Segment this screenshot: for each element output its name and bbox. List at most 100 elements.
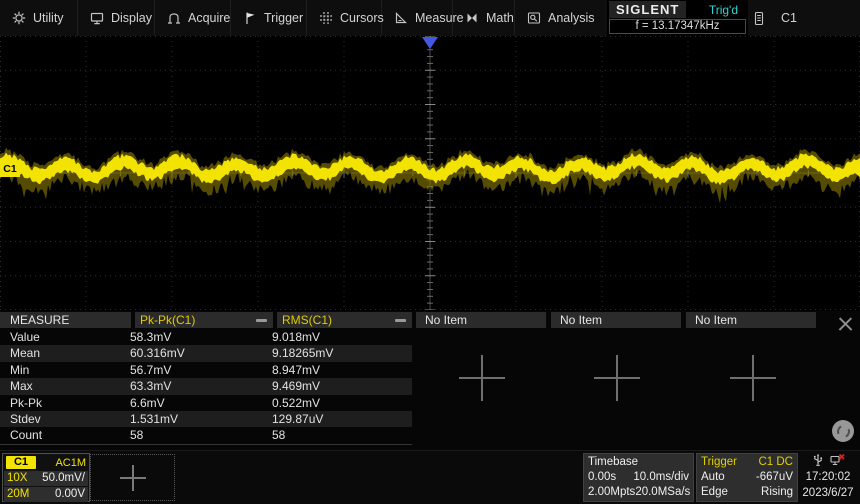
measure-panel: MEASURE Pk-Pk(C1) RMS(C1) No Item No Ite…: [0, 311, 860, 450]
channel-coupling: AC1M: [55, 457, 86, 469]
channel-position-marker[interactable]: C1: [0, 161, 20, 177]
menu-label: Acquire: [188, 11, 230, 25]
add-measure-icon[interactable]: [730, 355, 776, 401]
trigger-level: -667uV: [756, 470, 793, 485]
gear-icon: [11, 11, 26, 26]
row-label: Max: [0, 378, 130, 394]
menu-label: Trigger: [264, 11, 303, 25]
row-label: Pk-Pk: [0, 395, 130, 411]
remove-measure-icon[interactable]: [395, 319, 406, 322]
channel-marker-arrow-icon: [20, 163, 26, 175]
trigger-slope: Rising: [761, 485, 793, 500]
usb-icon: [812, 453, 824, 470]
measure-title: MEASURE: [10, 313, 69, 327]
pkpk-value: 6.6mV: [130, 395, 272, 411]
close-icon[interactable]: [835, 314, 856, 335]
menu-label: Utility: [33, 11, 64, 25]
siglent-logo: SIGLENT: [609, 1, 686, 18]
timebase-samplerate: 20.0MSa/s: [635, 485, 690, 500]
table-row: Min 56.7mV 8.947mV: [0, 362, 412, 378]
trigger-type: Edge: [701, 485, 728, 500]
clock-date: 2023/6/27: [798, 485, 858, 501]
add-channel-icon: [120, 465, 146, 491]
menu-trigger[interactable]: Trigger: [231, 0, 307, 36]
pkpk-value: 63.3mV: [130, 378, 272, 394]
active-channel-indicator[interactable]: C1: [781, 11, 797, 25]
measure-col-label: No Item: [425, 313, 467, 327]
menu-label: Analysis: [548, 11, 595, 25]
oscilloscope-screen: Utility Display Acquire: [0, 0, 860, 504]
rms-value: 58: [272, 427, 412, 443]
trigger-position-marker[interactable]: [422, 37, 438, 49]
measure-col-noitem-1[interactable]: No Item: [416, 312, 546, 328]
monitor-icon: [89, 11, 104, 26]
pkpk-value: 1.531mV: [130, 411, 272, 427]
timebase-points: 2.00Mpts: [588, 485, 635, 500]
trigger-status-badge: Trig'd: [709, 3, 746, 17]
measure-col-label: No Item: [695, 313, 737, 327]
menu-cursors[interactable]: Cursors: [307, 0, 382, 36]
top-menu-bar: Utility Display Acquire: [0, 0, 860, 36]
menu-analysis[interactable]: Analysis: [515, 0, 607, 36]
table-row: Count 58 58: [0, 427, 412, 443]
remove-measure-icon[interactable]: [256, 319, 267, 322]
menu-label: Display: [111, 11, 152, 25]
row-label: Stdev: [0, 411, 130, 427]
trigger-box[interactable]: Trigger C1 DC Auto -667uV Edge Rising: [696, 453, 798, 502]
row-label: Min: [0, 362, 130, 378]
menu-utility[interactable]: Utility: [0, 0, 78, 36]
list-icon: [752, 11, 766, 26]
timebase-delay: 0.00s: [588, 470, 616, 485]
rms-value: 129.87uV: [272, 411, 412, 427]
channel-offset: 0.00V: [55, 487, 85, 502]
brand-block: SIGLENT Trig'd f = 13.17347kHz: [607, 0, 748, 36]
measure-icon: [393, 11, 408, 26]
measure-col-rms[interactable]: RMS(C1): [277, 312, 412, 328]
clock-area: 17:20:02 2023/6/27: [798, 453, 858, 503]
rms-value: 0.522mV: [272, 395, 412, 411]
row-label: Count: [0, 427, 130, 443]
channel-descriptor-box[interactable]: C1 AC1M 10X 50.0mV/ 20M 0.00V: [2, 453, 90, 502]
menu-math[interactable]: Math: [453, 0, 515, 36]
measure-col-noitem-2[interactable]: No Item: [551, 312, 681, 328]
menu-measure[interactable]: Measure: [382, 0, 453, 36]
measure-col-label: Pk-Pk(C1): [140, 313, 195, 327]
row-label: Mean: [0, 345, 130, 361]
trigger-source: C1 DC: [758, 455, 793, 470]
add-measure-icon[interactable]: [594, 355, 640, 401]
measure-col-noitem-3[interactable]: No Item: [686, 312, 816, 328]
waveform-display-area: C1: [0, 36, 860, 310]
measure-table: Value 58.3mV 9.018mV Mean 60.316mV 9.182…: [0, 329, 412, 445]
pkpk-value: 56.7mV: [130, 362, 272, 378]
acquire-icon: [166, 11, 181, 26]
table-row: Mean 60.316mV 9.18265mV: [0, 345, 412, 361]
lan-disconnected-icon: [830, 453, 845, 470]
row-label: Value: [0, 329, 130, 345]
rms-value: 9.18265mV: [272, 345, 412, 361]
add-measure-icon[interactable]: [459, 355, 505, 401]
frequency-counter: f = 13.17347kHz: [609, 19, 746, 34]
add-channel-box[interactable]: [90, 454, 175, 501]
clock-time: 17:20:02: [798, 469, 858, 485]
measure-header-row: MEASURE Pk-Pk(C1) RMS(C1) No Item No Ite…: [0, 312, 860, 328]
channel-probe: 10X: [7, 471, 27, 486]
flag-icon: [242, 11, 257, 26]
menu-display[interactable]: Display: [78, 0, 155, 36]
cursors-icon: [318, 11, 333, 26]
graticule-svg: [0, 36, 860, 310]
menu-acquire[interactable]: Acquire: [155, 0, 231, 36]
menu-label: Math: [486, 11, 514, 25]
timebase-box[interactable]: Timebase 0.00s 10.0ms/div 2.00Mpts 20.0M…: [583, 453, 694, 502]
trigger-title: Trigger: [701, 455, 737, 470]
measure-title-cell: MEASURE: [0, 312, 131, 328]
measure-col-pkpk[interactable]: Pk-Pk(C1): [135, 312, 273, 328]
trigger-level-marker[interactable]: [851, 163, 860, 177]
table-row: Pk-Pk 6.6mV 0.522mV: [0, 395, 412, 411]
channel-scale: 50.0mV/: [42, 471, 85, 486]
math-icon: [464, 11, 479, 26]
measure-col-label: RMS(C1): [282, 313, 332, 327]
table-row: Max 63.3mV 9.469mV: [0, 378, 412, 394]
rms-value: 9.018mV: [272, 329, 412, 345]
channel-bandwidth: 20M: [7, 487, 29, 502]
gesture-handle-icon[interactable]: [832, 420, 854, 442]
